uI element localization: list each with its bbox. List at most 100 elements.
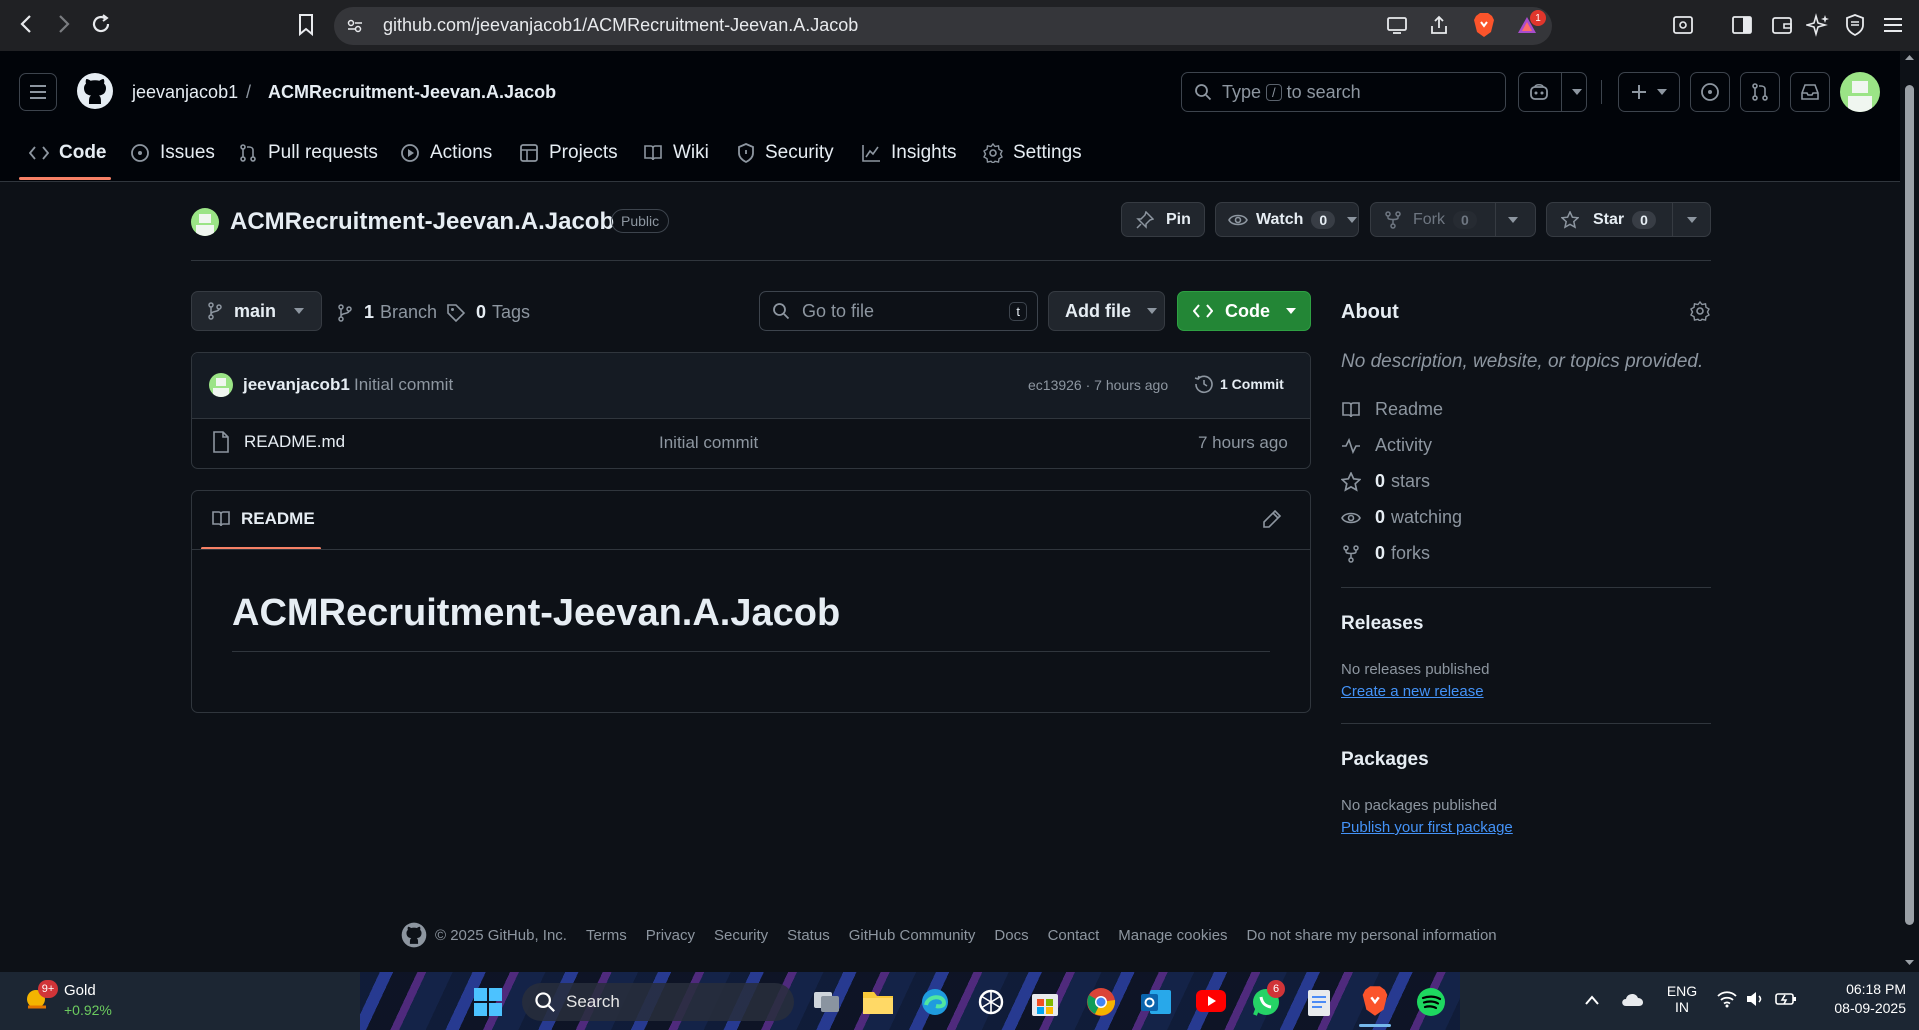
chatgpt-icon[interactable] [976, 987, 1006, 1017]
footer-link-privacy[interactable]: Privacy [646, 927, 695, 944]
footer-link-docs[interactable]: Docs [994, 927, 1028, 944]
notepad-icon[interactable] [1306, 986, 1334, 1018]
commit-author-avatar[interactable] [209, 373, 233, 397]
about-watching-link[interactable]: 0 watching [1341, 507, 1462, 528]
star-button[interactable]: Star 0 [1546, 202, 1711, 237]
tab-security[interactable]: Security [737, 140, 834, 166]
repo-owner-avatar[interactable] [191, 208, 219, 236]
pull-requests-button[interactable] [1740, 72, 1780, 112]
system-tray-chevron-up-icon[interactable] [1584, 994, 1600, 1006]
page-scrollbar[interactable] [1900, 51, 1919, 972]
leo-ai-icon[interactable] [1806, 13, 1830, 37]
file-commit-message[interactable]: Initial commit [659, 433, 758, 453]
wifi-icon[interactable] [1716, 990, 1738, 1008]
footer-link-contact[interactable]: Contact [1048, 927, 1100, 944]
footer-link-terms[interactable]: Terms [586, 927, 627, 944]
hamburger-menu-button[interactable] [19, 73, 57, 111]
tags-link[interactable]: 0 Tags [446, 302, 530, 323]
pin-button[interactable]: Pin [1121, 202, 1205, 237]
file-name[interactable]: README.md [244, 432, 345, 452]
issues-button[interactable] [1690, 72, 1730, 112]
create-release-link[interactable]: Create a new release [1341, 683, 1484, 700]
watch-button[interactable]: Watch 0 [1215, 202, 1359, 237]
go-to-file-input[interactable]: Go to file t [759, 291, 1038, 331]
branch-select[interactable]: main [191, 291, 322, 331]
sidebar-icon[interactable] [1731, 15, 1753, 35]
task-view-icon[interactable] [812, 988, 842, 1016]
battery-icon[interactable] [1774, 990, 1798, 1008]
tab-settings[interactable]: Settings [983, 140, 1082, 166]
create-new-button[interactable] [1618, 72, 1680, 112]
file-explorer-icon[interactable] [862, 988, 894, 1016]
commit-message[interactable]: Initial commit [354, 375, 453, 395]
footer-link-security[interactable]: Security [714, 927, 768, 944]
tab-issues[interactable]: Issues [130, 140, 215, 166]
cast-icon[interactable] [1386, 15, 1408, 35]
outlook-icon[interactable] [1140, 987, 1172, 1017]
onedrive-icon[interactable] [1620, 990, 1646, 1008]
brave-shields-icon[interactable] [1473, 12, 1495, 38]
edge-icon[interactable] [920, 987, 950, 1017]
chrome-icon[interactable] [1086, 987, 1116, 1017]
global-search-input[interactable]: Type / to search [1181, 72, 1506, 112]
start-button-icon[interactable] [473, 987, 503, 1017]
branches-link[interactable]: 1 Branch [338, 302, 437, 323]
url-text[interactable]: github.com/jeevanjacob1/ACMRecruitment-J… [383, 15, 858, 36]
breadcrumb-repo[interactable]: ACMRecruitment-Jeevan.A.Jacob [268, 82, 556, 103]
language-indicator[interactable]: ENG IN [1666, 983, 1698, 1015]
weather-title[interactable]: Gold [64, 982, 96, 999]
youtube-icon[interactable] [1195, 989, 1227, 1013]
scrollbar-thumb[interactable] [1905, 85, 1914, 925]
bookmark-icon[interactable] [296, 13, 316, 37]
about-readme-link[interactable]: Readme [1341, 399, 1443, 420]
add-file-button[interactable]: Add file [1048, 291, 1165, 331]
reload-icon[interactable] [90, 13, 112, 35]
commits-link[interactable]: 1 Commit [1194, 374, 1284, 394]
footer-link-do-not-share[interactable]: Do not share my personal information [1247, 927, 1497, 944]
table-row[interactable]: README.md [212, 431, 345, 453]
tab-code[interactable]: Code [29, 140, 107, 166]
footer-link-manage-cookies[interactable]: Manage cookies [1118, 927, 1227, 944]
tab-insights[interactable]: Insights [861, 140, 956, 166]
repo-title[interactable]: ACMRecruitment-Jeevan.A.Jacob [230, 208, 614, 236]
packages-title[interactable]: Packages [1341, 749, 1429, 771]
tab-pull-requests[interactable]: Pull requests [238, 140, 378, 166]
spotify-icon[interactable] [1416, 987, 1446, 1017]
volume-icon[interactable] [1745, 990, 1767, 1008]
forward-icon[interactable] [52, 13, 74, 35]
about-forks-link[interactable]: 0 forks [1343, 543, 1430, 564]
about-stars-link[interactable]: 0 stars [1341, 471, 1430, 492]
about-settings-gear-icon[interactable] [1690, 301, 1710, 321]
back-icon[interactable] [16, 13, 38, 35]
chevron-down-icon [294, 308, 305, 314]
clock[interactable]: 06:18 PM 08-09-2025 [1816, 981, 1906, 1016]
commit-meta[interactable]: ec13926 · 7 hours ago [1028, 377, 1168, 393]
edit-readme-icon[interactable] [1262, 509, 1282, 529]
fork-button[interactable]: Fork 0 [1370, 202, 1536, 237]
tab-projects[interactable]: Projects [519, 140, 618, 166]
commit-author[interactable]: jeevanjacob1 [243, 375, 350, 395]
wallet-icon[interactable] [1771, 15, 1793, 35]
github-logo-icon[interactable] [76, 72, 114, 110]
microsoft-store-icon[interactable] [1031, 987, 1059, 1017]
breadcrumb-owner[interactable]: jeevanjacob1 [132, 82, 238, 103]
brave-browser-icon[interactable] [1361, 985, 1389, 1017]
publish-package-link[interactable]: Publish your first package [1341, 819, 1513, 836]
taskbar-search[interactable]: Search [522, 983, 794, 1021]
tab-actions[interactable]: Actions [400, 140, 492, 166]
reader-mode-icon[interactable] [1672, 15, 1694, 35]
footer-link-community[interactable]: GitHub Community [849, 927, 976, 944]
site-settings-icon[interactable] [346, 17, 364, 35]
copilot-button[interactable] [1518, 72, 1587, 112]
vpn-icon[interactable] [1844, 13, 1866, 37]
code-dropdown-button[interactable]: Code [1177, 291, 1311, 331]
share-icon[interactable] [1428, 14, 1450, 36]
releases-title[interactable]: Releases [1341, 613, 1423, 635]
footer-link-status[interactable]: Status [787, 927, 830, 944]
tab-wiki[interactable]: Wiki [643, 140, 709, 166]
about-activity-link[interactable]: Activity [1341, 435, 1432, 456]
browser-menu-icon[interactable] [1882, 15, 1904, 35]
inbox-button[interactable] [1790, 72, 1830, 112]
readme-tab[interactable]: README [211, 509, 315, 529]
user-avatar[interactable] [1840, 72, 1880, 112]
